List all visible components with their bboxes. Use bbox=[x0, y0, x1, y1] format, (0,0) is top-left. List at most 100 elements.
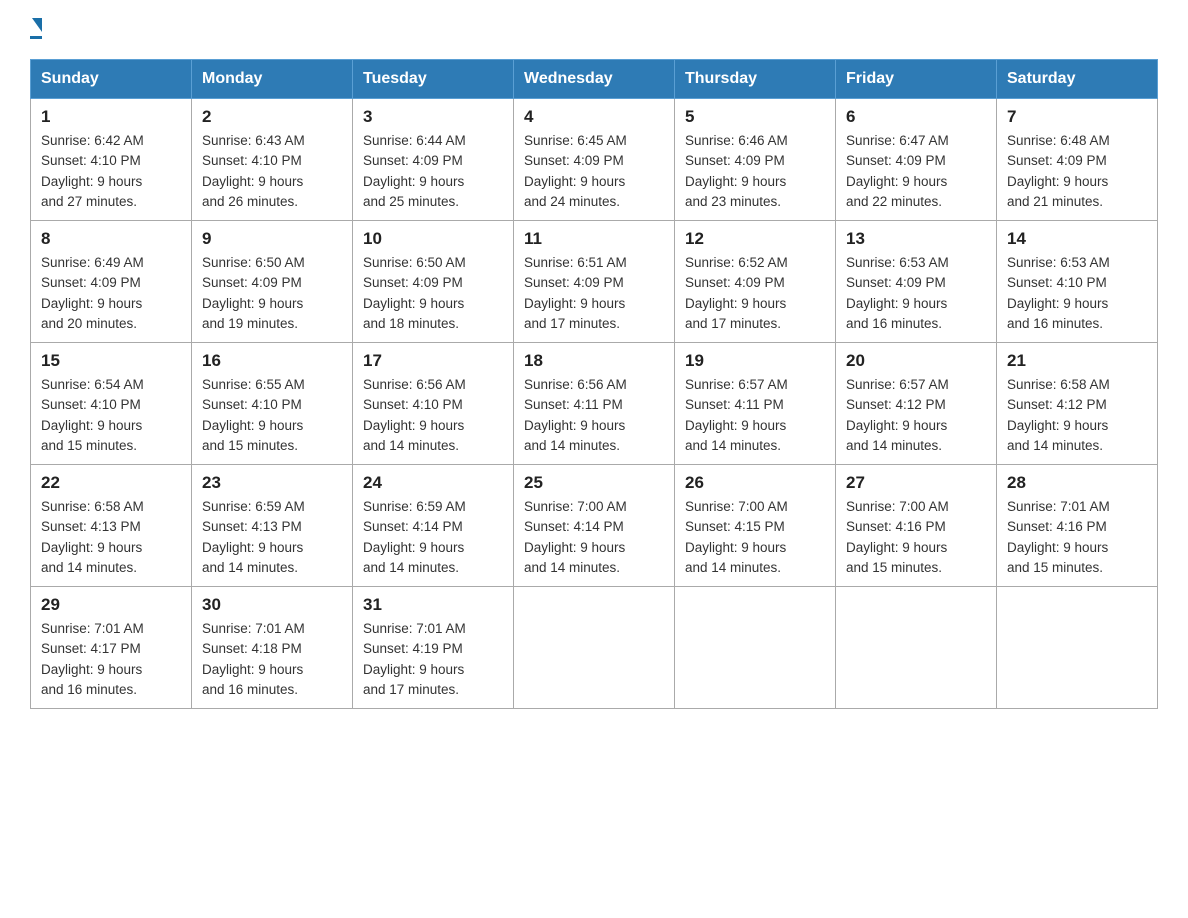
day-number: 8 bbox=[41, 229, 181, 249]
calendar-cell: 24 Sunrise: 6:59 AMSunset: 4:14 PMDayligh… bbox=[353, 465, 514, 587]
day-number: 5 bbox=[685, 107, 825, 127]
calendar-cell: 11 Sunrise: 6:51 AMSunset: 4:09 PMDayligh… bbox=[514, 221, 675, 343]
calendar-cell: 28Sunrise: 7:01 AMSunset: 4:16 PMDayligh… bbox=[997, 465, 1158, 587]
day-info: Sunrise: 6:56 AMSunset: 4:10 PMDaylight:… bbox=[363, 375, 503, 456]
day-number: 2 bbox=[202, 107, 342, 127]
weekday-header-saturday: Saturday bbox=[997, 60, 1158, 99]
calendar-cell: 6Sunrise: 6:47 AMSunset: 4:09 PMDaylight… bbox=[836, 99, 997, 221]
weekday-header-friday: Friday bbox=[836, 60, 997, 99]
calendar-cell: 17Sunrise: 6:56 AMSunset: 4:10 PMDayligh… bbox=[353, 343, 514, 465]
calendar-cell: 1 Sunrise: 6:42 AMSunset: 4:10 PMDaylight… bbox=[31, 99, 192, 221]
day-number: 4 bbox=[524, 107, 664, 127]
day-info: Sunrise: 6:45 AMSunset: 4:09 PMDaylight:… bbox=[524, 131, 664, 212]
day-number: 3 bbox=[363, 107, 503, 127]
day-info: Sunrise: 6:49 AMSunset: 4:09 PMDaylight:… bbox=[41, 253, 181, 334]
calendar-cell: 9Sunrise: 6:50 AMSunset: 4:09 PMDaylight… bbox=[192, 221, 353, 343]
day-info: Sunrise: 6:58 AMSunset: 4:13 PMDaylight:… bbox=[41, 497, 181, 578]
day-number: 30 bbox=[202, 595, 342, 615]
weekday-header-wednesday: Wednesday bbox=[514, 60, 675, 99]
day-number: 23 bbox=[202, 473, 342, 493]
day-info: Sunrise: 6:50 AMSunset: 4:09 PMDaylight:… bbox=[363, 253, 503, 334]
day-number: 21 bbox=[1007, 351, 1147, 371]
calendar-cell bbox=[514, 587, 675, 709]
day-info: Sunrise: 6:54 AMSunset: 4:10 PMDaylight:… bbox=[41, 375, 181, 456]
day-info: Sunrise: 6:46 AMSunset: 4:09 PMDaylight:… bbox=[685, 131, 825, 212]
day-info: Sunrise: 7:01 AMSunset: 4:17 PMDaylight:… bbox=[41, 619, 181, 700]
day-number: 25 bbox=[524, 473, 664, 493]
calendar-week-row: 1 Sunrise: 6:42 AMSunset: 4:10 PMDaylight… bbox=[31, 99, 1158, 221]
calendar-cell: 31 Sunrise: 7:01 AMSunset: 4:19 PMDayligh… bbox=[353, 587, 514, 709]
day-info: Sunrise: 7:00 AMSunset: 4:14 PMDaylight:… bbox=[524, 497, 664, 578]
day-number: 7 bbox=[1007, 107, 1147, 127]
day-info: Sunrise: 6:59 AMSunset: 4:14 PMDaylight:… bbox=[363, 497, 503, 578]
day-info: Sunrise: 7:01 AMSunset: 4:19 PMDaylight:… bbox=[363, 619, 503, 700]
calendar-cell: 20 Sunrise: 6:57 AMSunset: 4:12 PMDayligh… bbox=[836, 343, 997, 465]
day-number: 11 bbox=[524, 229, 664, 249]
header bbox=[30, 20, 1158, 39]
calendar-cell bbox=[997, 587, 1158, 709]
day-number: 18 bbox=[524, 351, 664, 371]
calendar-cell: 29 Sunrise: 7:01 AMSunset: 4:17 PMDayligh… bbox=[31, 587, 192, 709]
day-info: Sunrise: 7:00 AMSunset: 4:15 PMDaylight:… bbox=[685, 497, 825, 578]
calendar-cell: 22 Sunrise: 6:58 AMSunset: 4:13 PMDayligh… bbox=[31, 465, 192, 587]
logo bbox=[30, 20, 42, 39]
calendar-cell bbox=[836, 587, 997, 709]
calendar-week-row: 15 Sunrise: 6:54 AMSunset: 4:10 PMDayligh… bbox=[31, 343, 1158, 465]
day-info: Sunrise: 6:57 AMSunset: 4:12 PMDaylight:… bbox=[846, 375, 986, 456]
day-info: Sunrise: 6:50 AMSunset: 4:09 PMDaylight:… bbox=[202, 253, 342, 334]
calendar-table: SundayMondayTuesdayWednesdayThursdayFrid… bbox=[30, 59, 1158, 709]
weekday-header-thursday: Thursday bbox=[675, 60, 836, 99]
day-number: 10 bbox=[363, 229, 503, 249]
day-info: Sunrise: 6:51 AMSunset: 4:09 PMDaylight:… bbox=[524, 253, 664, 334]
day-number: 27 bbox=[846, 473, 986, 493]
day-info: Sunrise: 6:58 AMSunset: 4:12 PMDaylight:… bbox=[1007, 375, 1147, 456]
calendar-cell: 15 Sunrise: 6:54 AMSunset: 4:10 PMDayligh… bbox=[31, 343, 192, 465]
day-info: Sunrise: 6:59 AMSunset: 4:13 PMDaylight:… bbox=[202, 497, 342, 578]
calendar-cell: 19 Sunrise: 6:57 AMSunset: 4:11 PMDayligh… bbox=[675, 343, 836, 465]
calendar-week-row: 29 Sunrise: 7:01 AMSunset: 4:17 PMDayligh… bbox=[31, 587, 1158, 709]
calendar-cell: 18Sunrise: 6:56 AMSunset: 4:11 PMDayligh… bbox=[514, 343, 675, 465]
logo-arrow-icon bbox=[32, 18, 42, 32]
day-info: Sunrise: 6:48 AMSunset: 4:09 PMDaylight:… bbox=[1007, 131, 1147, 212]
calendar-cell: 2 Sunrise: 6:43 AMSunset: 4:10 PMDaylight… bbox=[192, 99, 353, 221]
day-info: Sunrise: 7:01 AMSunset: 4:18 PMDaylight:… bbox=[202, 619, 342, 700]
day-number: 14 bbox=[1007, 229, 1147, 249]
calendar-cell: 4 Sunrise: 6:45 AMSunset: 4:09 PMDaylight… bbox=[514, 99, 675, 221]
calendar-cell: 14 Sunrise: 6:53 AMSunset: 4:10 PMDayligh… bbox=[997, 221, 1158, 343]
day-number: 1 bbox=[41, 107, 181, 127]
day-number: 22 bbox=[41, 473, 181, 493]
weekday-header-row: SundayMondayTuesdayWednesdayThursdayFrid… bbox=[31, 60, 1158, 99]
day-number: 12 bbox=[685, 229, 825, 249]
weekday-header-monday: Monday bbox=[192, 60, 353, 99]
day-number: 19 bbox=[685, 351, 825, 371]
day-number: 29 bbox=[41, 595, 181, 615]
calendar-cell: 21 Sunrise: 6:58 AMSunset: 4:12 PMDayligh… bbox=[997, 343, 1158, 465]
calendar-cell: 5 Sunrise: 6:46 AMSunset: 4:09 PMDaylight… bbox=[675, 99, 836, 221]
calendar-cell: 25 Sunrise: 7:00 AMSunset: 4:14 PMDayligh… bbox=[514, 465, 675, 587]
calendar-cell: 27Sunrise: 7:00 AMSunset: 4:16 PMDayligh… bbox=[836, 465, 997, 587]
calendar-cell: 8 Sunrise: 6:49 AMSunset: 4:09 PMDaylight… bbox=[31, 221, 192, 343]
day-number: 16 bbox=[202, 351, 342, 371]
day-info: Sunrise: 6:53 AMSunset: 4:10 PMDaylight:… bbox=[1007, 253, 1147, 334]
logo-underline bbox=[30, 36, 42, 39]
day-number: 24 bbox=[363, 473, 503, 493]
day-number: 6 bbox=[846, 107, 986, 127]
calendar-cell: 3 Sunrise: 6:44 AMSunset: 4:09 PMDaylight… bbox=[353, 99, 514, 221]
day-number: 20 bbox=[846, 351, 986, 371]
calendar-cell: 16 Sunrise: 6:55 AMSunset: 4:10 PMDayligh… bbox=[192, 343, 353, 465]
calendar-cell bbox=[675, 587, 836, 709]
day-number: 15 bbox=[41, 351, 181, 371]
calendar-cell: 23 Sunrise: 6:59 AMSunset: 4:13 PMDayligh… bbox=[192, 465, 353, 587]
day-info: Sunrise: 6:42 AMSunset: 4:10 PMDaylight:… bbox=[41, 131, 181, 212]
calendar-cell: 12Sunrise: 6:52 AMSunset: 4:09 PMDayligh… bbox=[675, 221, 836, 343]
day-number: 26 bbox=[685, 473, 825, 493]
day-number: 31 bbox=[363, 595, 503, 615]
calendar-cell: 7 Sunrise: 6:48 AMSunset: 4:09 PMDaylight… bbox=[997, 99, 1158, 221]
calendar-cell: 13Sunrise: 6:53 AMSunset: 4:09 PMDayligh… bbox=[836, 221, 997, 343]
day-info: Sunrise: 6:43 AMSunset: 4:10 PMDaylight:… bbox=[202, 131, 342, 212]
day-info: Sunrise: 6:55 AMSunset: 4:10 PMDaylight:… bbox=[202, 375, 342, 456]
day-info: Sunrise: 6:44 AMSunset: 4:09 PMDaylight:… bbox=[363, 131, 503, 212]
day-info: Sunrise: 6:57 AMSunset: 4:11 PMDaylight:… bbox=[685, 375, 825, 456]
weekday-header-sunday: Sunday bbox=[31, 60, 192, 99]
calendar-week-row: 8 Sunrise: 6:49 AMSunset: 4:09 PMDaylight… bbox=[31, 221, 1158, 343]
